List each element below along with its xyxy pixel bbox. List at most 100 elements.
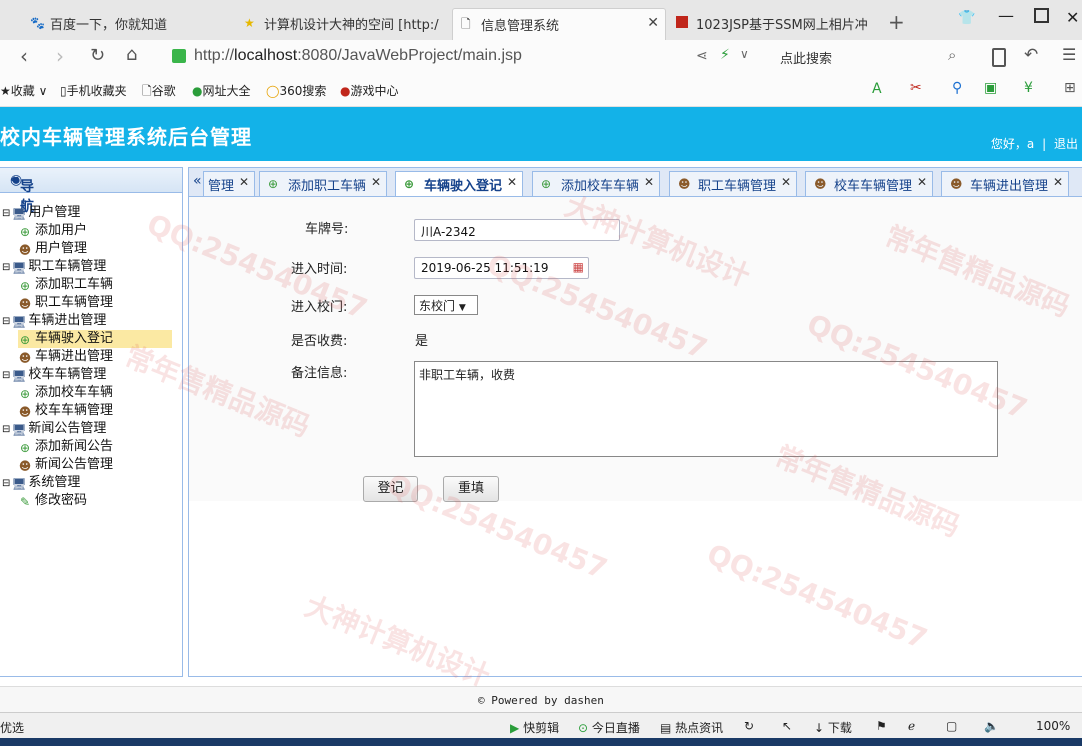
tree-toggle-icon[interactable]: ⊟ (2, 370, 10, 381)
calendar-icon[interactable]: ▦ (573, 260, 584, 274)
tree-toggle-icon[interactable]: ⊟ (2, 424, 10, 435)
home-icon[interactable]: ⌂ (126, 44, 137, 65)
nav-item[interactable]: ☻ 校车车辆管理 (18, 402, 172, 420)
lightning-icon[interactable]: ⚡ (720, 47, 730, 63)
bookmark-games[interactable]: ●游戏中心 (340, 82, 399, 99)
gate-select[interactable]: 东校门 ▼ (414, 295, 478, 315)
ie-icon[interactable]: ℯ (908, 719, 915, 733)
bookmark-google[interactable]: 🗋谷歌 (142, 82, 176, 103)
search-label[interactable]: 点此搜索 (780, 48, 832, 67)
user-icon: ☻ (18, 405, 32, 419)
tree-toggle-icon[interactable]: ⊟ (2, 316, 10, 327)
browser-tab-active[interactable]: 🗋 信息管理系统 ✕ (452, 8, 666, 40)
cursor-icon[interactable]: ↖ (782, 719, 792, 733)
time-input[interactable]: 2019-06-25 11:51:19 ▦ (414, 257, 589, 279)
apps-icon[interactable]: ⊞ (1064, 80, 1076, 96)
reload-icon[interactable]: ↻ (90, 45, 105, 66)
browser-tab-space[interactable]: ★ 计算机设计大神的空间 [http:/ (236, 8, 446, 40)
menu-icon[interactable]: ☰ (1062, 45, 1076, 64)
tree-toggle-icon[interactable]: ⊟ (2, 262, 10, 273)
maximize-icon[interactable] (1034, 8, 1049, 23)
nav-item[interactable]: ⊕ 车辆驶入登记 (18, 330, 172, 348)
phone-icon[interactable] (992, 48, 1006, 67)
status-download[interactable]: ↓ 下载 (814, 719, 852, 736)
panel-tab-add-staff-vehicle[interactable]: ⊕ 添加职工车辆 ✕ (259, 171, 388, 196)
status-news[interactable]: ▤ 热点资讯 (660, 719, 723, 736)
close-icon[interactable]: ✕ (507, 175, 517, 189)
dropdown-arrow-icon: ▼ (458, 303, 466, 313)
status-live[interactable]: ⊙ 今日直播 (578, 719, 640, 736)
nav-item[interactable]: ☻ 用户管理 (18, 240, 172, 258)
panel-tab-bus-manage[interactable]: ☻ 校车车辆管理 ✕ (805, 171, 934, 196)
monitor-icon: 🖥 (11, 477, 27, 491)
forward-icon[interactable]: › (56, 44, 64, 68)
undo-icon[interactable]: ↶ (1024, 45, 1038, 65)
back-icon[interactable]: ‹ (20, 44, 28, 68)
bookmark-favorites[interactable]: ★收藏 ∨ (0, 82, 47, 99)
tree-toggle-icon[interactable]: ⊟ (2, 208, 10, 219)
magnifier-icon[interactable]: ⚲ (952, 80, 962, 96)
close-icon[interactable]: ✕ (917, 175, 927, 189)
url-field[interactable]: http://localhost:8080/JavaWebProject/mai… (166, 44, 1046, 70)
close-tab-icon[interactable]: ✕ (647, 15, 659, 31)
app-header: 校内车辆管理系统后台管理 您好，a | 退出 (0, 107, 1082, 161)
nav-item[interactable]: ☻ 新闻公告管理 (18, 456, 172, 474)
close-icon[interactable]: ✕ (371, 175, 381, 189)
close-icon[interactable]: ✕ (781, 175, 791, 189)
status-clip[interactable]: ▶ 快剪辑 (510, 719, 559, 736)
nav-item[interactable]: ⊕ 添加新闻公告 (18, 438, 172, 456)
nav-group[interactable]: ⊟🖥 系统管理 (2, 474, 172, 492)
search-icon[interactable]: ⌕ (948, 46, 956, 64)
minimize-icon[interactable]: — (998, 6, 1014, 25)
refresh-icon[interactable]: ↻ (744, 719, 754, 733)
share-icon[interactable]: ⋖ (696, 48, 708, 64)
logout-link[interactable]: 退出 (1054, 137, 1078, 151)
close-icon[interactable]: ✕ (644, 175, 654, 189)
scissors-icon[interactable]: ✂ (910, 80, 922, 96)
nav-group[interactable]: ⊟🖥 车辆进出管理 (2, 312, 172, 330)
nav-group[interactable]: ⊟🖥 新闻公告管理 (2, 420, 172, 438)
panel-tab-vehicle-entry[interactable]: ⊕ 车辆驶入登记 ✕ (395, 171, 524, 196)
close-icon[interactable]: ✕ (1053, 175, 1063, 189)
collapse-icon[interactable]: « (10, 170, 174, 188)
nav-item[interactable]: ☻ 职工车辆管理 (18, 294, 172, 312)
gamepad-icon[interactable]: ▣ (984, 80, 997, 96)
translate-icon[interactable]: A (872, 81, 882, 97)
panel-tab-add-bus[interactable]: ⊕ 添加校车车辆 ✕ (532, 171, 661, 196)
panel-tab-manage[interactable]: 管理 ✕ (203, 171, 256, 196)
nav-group[interactable]: ⊟🖥 用户管理 (2, 204, 172, 222)
play-circle-icon: ⊙ (578, 721, 589, 735)
plate-input[interactable]: 川A-2342 (414, 219, 620, 241)
submit-button[interactable]: 登记 (363, 476, 418, 502)
new-tab-button[interactable]: + (888, 10, 905, 34)
close-icon[interactable]: ✕ (239, 175, 249, 189)
close-window-icon[interactable]: ✕ (1066, 8, 1079, 27)
nav-item[interactable]: ✎ 修改密码 (18, 492, 172, 510)
add-circle-icon: ⊕ (19, 387, 31, 401)
browser-tab-ssm[interactable]: 1023JSP基于SSM网上相片冲 (668, 8, 878, 40)
nav-item[interactable]: ⊕ 添加用户 (18, 222, 172, 240)
user-icon: ☻ (18, 459, 32, 473)
speaker-icon[interactable]: 🔈 (984, 719, 999, 733)
browser-tab-baidu[interactable]: 🐾 百度一下，你就知道 (22, 8, 232, 40)
panel-tab-staff-vehicle-manage[interactable]: ☻ 职工车辆管理 ✕ (669, 171, 798, 196)
nav-item[interactable]: ⊕ 添加校车车辆 (18, 384, 172, 402)
remark-textarea[interactable]: 非职工车辆，收费 (414, 361, 998, 457)
flag-icon[interactable]: ⚑ (876, 719, 887, 733)
nav-item[interactable]: ☻ 车辆进出管理 (18, 348, 172, 366)
nav-item[interactable]: ⊕ 添加职工车辆 (18, 276, 172, 294)
reset-button[interactable]: 重填 (443, 476, 499, 502)
nav-group[interactable]: ⊟🖥 职工车辆管理 (2, 258, 172, 276)
bookmark-hao[interactable]: ●网址大全 (192, 82, 251, 99)
bookmark-mobile[interactable]: ▯手机收藏夹 (60, 82, 127, 99)
yen-icon[interactable]: ¥ (1024, 80, 1033, 96)
scroll-left-icon[interactable]: « (193, 173, 202, 189)
chevron-down-icon[interactable]: ∨ (740, 47, 749, 61)
tree-toggle-icon[interactable]: ⊟ (2, 478, 10, 489)
zoom-level[interactable]: 100% (1036, 719, 1070, 733)
window-icon[interactable]: ▢ (946, 719, 957, 733)
nav-group[interactable]: ⊟🖥 校车车辆管理 (2, 366, 172, 384)
panel-tab-inout-manage[interactable]: ☻ 车辆进出管理 ✕ (941, 171, 1070, 196)
shirt-icon[interactable]: 👕 (958, 10, 975, 26)
bookmark-360[interactable]: ◯360搜索 (266, 82, 326, 99)
